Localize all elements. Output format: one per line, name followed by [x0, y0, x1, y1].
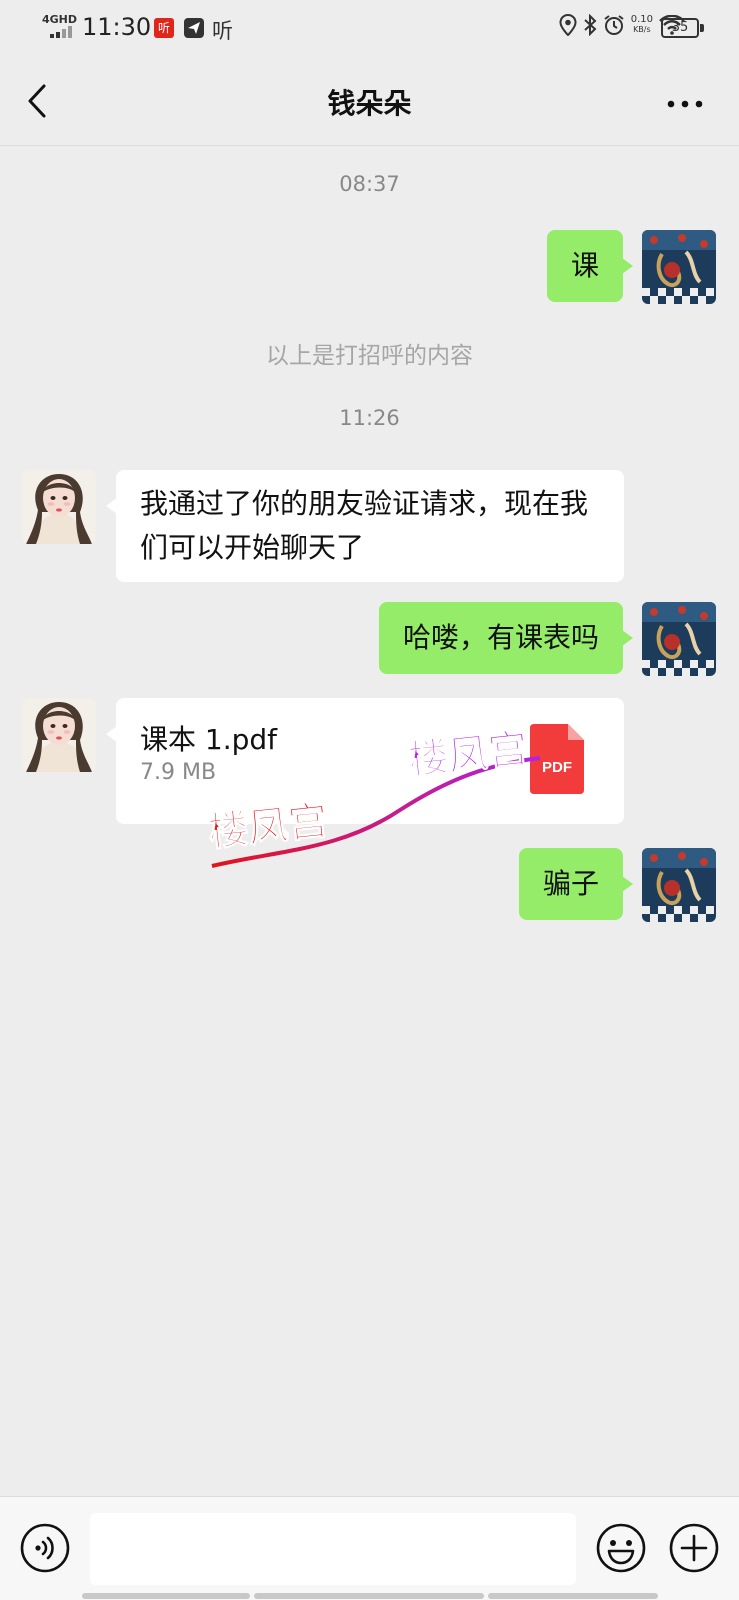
sent-message-bubble[interactable]: 课: [546, 230, 634, 302]
my-avatar[interactable]: [642, 848, 716, 922]
message-text: 我通过了你的朋友验证请求，现在我们可以开始聊天了: [140, 487, 589, 564]
clock: 11:30: [82, 13, 152, 41]
my-avatar[interactable]: [642, 230, 716, 304]
timestamp: 08:37: [339, 172, 400, 196]
send-app-icon: [184, 18, 204, 38]
status-bar: 4GHD 11:30 听 听 0.10 KB/s 35: [0, 0, 739, 56]
message-text: 课: [570, 249, 599, 282]
network-indicator: 4GHD: [42, 13, 78, 26]
battery-icon: 35: [661, 18, 699, 38]
message-text: 哈喽，有课表吗: [402, 621, 599, 654]
contact-avatar[interactable]: [22, 698, 96, 772]
timestamp: 11:26: [339, 406, 400, 430]
my-avatar[interactable]: [642, 602, 716, 676]
emoji-button[interactable]: [596, 1523, 646, 1573]
home-indicator: [82, 1593, 250, 1599]
pdf-file-icon: PDF: [530, 724, 584, 794]
location-icon: [559, 14, 577, 36]
home-indicator: [254, 1593, 484, 1599]
chat-input-bar: [0, 1496, 739, 1600]
sent-message-bubble[interactable]: 骗子: [518, 848, 634, 920]
voice-input-button[interactable]: [20, 1523, 70, 1573]
received-message-bubble[interactable]: 我通过了你的朋友验证请求，现在我们可以开始聊天了: [106, 470, 624, 582]
svg-text:PDF: PDF: [542, 759, 572, 776]
system-notice: 以上是打招呼的内容: [266, 343, 473, 369]
chat-header: 钱朵朵: [0, 56, 739, 146]
sent-message-bubble[interactable]: 哈喽，有课表吗: [378, 602, 634, 674]
contact-avatar[interactable]: [22, 470, 96, 544]
more-functions-button[interactable]: [669, 1523, 719, 1573]
chat-title: 钱朵朵: [327, 87, 412, 120]
message-input[interactable]: [90, 1513, 576, 1585]
file-size: 7.9 MB: [140, 760, 217, 785]
app-notification-icon: 听: [154, 18, 174, 38]
battery-level: 35: [671, 20, 689, 35]
signal-icon: [50, 26, 72, 38]
file-name: 课本 1.pdf: [140, 723, 278, 756]
file-message-card[interactable]: 课本 1.pdf 7.9 MB PDF: [106, 698, 624, 824]
battery-tip: [700, 24, 704, 32]
alarm-icon: [604, 15, 624, 35]
more-options-button[interactable]: [667, 100, 703, 108]
header-divider: [0, 145, 739, 146]
network-speed: 0.10 KB/s: [630, 14, 653, 35]
bluetooth-icon: [584, 14, 597, 36]
home-indicator: [488, 1593, 658, 1599]
message-text: 骗子: [542, 867, 599, 900]
app-text-icon: 听: [212, 19, 233, 43]
